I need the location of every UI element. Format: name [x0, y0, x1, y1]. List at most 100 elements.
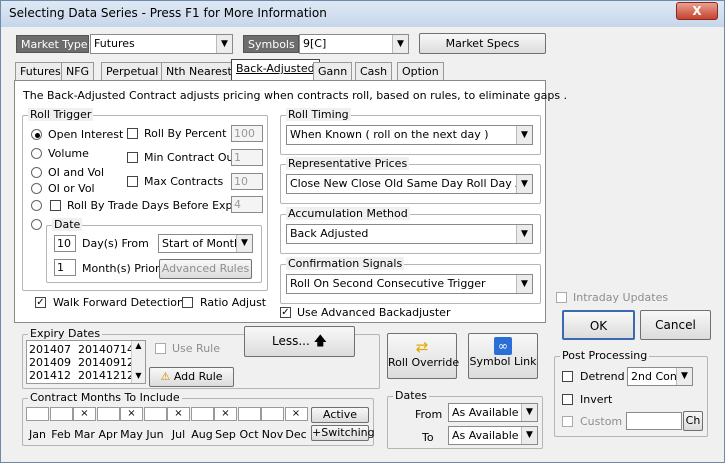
cancel-button[interactable]: Cancel: [640, 310, 711, 340]
arrow-up-icon: 🡅: [313, 334, 327, 349]
month-checkbox-nov[interactable]: [261, 407, 284, 421]
roll-timing-select[interactable]: When Known ( roll on the next day ) ▼: [286, 125, 533, 145]
months-prior-input[interactable]: 1: [54, 259, 76, 276]
scroll-up-icon[interactable]: ▲: [132, 341, 145, 351]
month-checkbox-feb[interactable]: [49, 407, 73, 421]
radio-oi-and-vol[interactable]: [31, 167, 42, 178]
from-select-value: As Available: [452, 406, 519, 419]
ratio-adjust-checkbox[interactable]: [182, 297, 193, 308]
confirmation-signals-select[interactable]: Roll On Second Consecutive Trigger ▼: [286, 274, 533, 294]
roll-override-button[interactable]: ⇄ Roll Override: [387, 333, 459, 379]
roll-trigger-title: Roll Trigger: [28, 108, 94, 121]
open-interest-label: Open Interest: [48, 128, 124, 141]
tab-gann[interactable]: Gann: [313, 62, 353, 80]
month-checkbox-jul[interactable]: ×: [167, 407, 190, 421]
ratio-adjust-label: Ratio Adjust: [200, 296, 267, 309]
radio-volume[interactable]: [31, 148, 42, 159]
symbol-link-label: Symbol Link: [469, 355, 537, 368]
ok-button[interactable]: OK: [562, 310, 635, 340]
month-checkbox-oct[interactable]: [237, 407, 261, 421]
accumulation-method-title: Accumulation Method: [286, 207, 410, 220]
days-from-label: Day(s) From: [82, 237, 149, 250]
add-rule-button[interactable]: ⚠ Add Rule: [149, 367, 234, 387]
less-button[interactable]: Less... 🡅: [244, 326, 355, 357]
tab-perpetual[interactable]: Perpetual: [101, 62, 164, 80]
list-item[interactable]: 201409 20140912: [29, 356, 134, 369]
expiry-dates-list[interactable]: 201407 20140714 201409 20140912 201412 2…: [26, 340, 146, 384]
intraday-updates-label: Intraday Updates: [573, 291, 669, 304]
scrollbar[interactable]: ▲ ▼: [131, 341, 145, 383]
date-label: Date: [52, 218, 83, 231]
days-from-select[interactable]: Start of Month ▼: [158, 234, 253, 253]
days-from-input[interactable]: 10: [54, 235, 76, 252]
use-advanced-backadjuster-label: Use Advanced Backadjuster: [297, 306, 451, 319]
roll-by-trade-days-input[interactable]: 4: [231, 196, 263, 213]
month-checkbox-jun[interactable]: [143, 407, 167, 421]
month-checkbox-mar[interactable]: ×: [73, 407, 96, 421]
month-checkbox-apr[interactable]: [96, 407, 120, 421]
month-checkbox-may[interactable]: ×: [120, 407, 143, 421]
market-type-select[interactable]: Futures ▼: [90, 34, 233, 54]
accumulation-method-select[interactable]: Back Adjusted ▼: [286, 224, 533, 244]
radio-open-interest[interactable]: [31, 129, 42, 140]
month-checkbox-jan[interactable]: [26, 407, 49, 421]
chevron-down-icon: ▼: [236, 235, 252, 252]
roll-timing-value: When Known ( roll on the next day ): [290, 128, 489, 141]
advanced-rules-button[interactable]: Advanced Rules: [159, 259, 252, 279]
close-button[interactable]: X: [676, 2, 718, 20]
detrend-select[interactable]: 2nd Conti ▼: [627, 367, 693, 386]
roll-override-icon: ⇄: [415, 338, 429, 356]
month-checkbox-aug[interactable]: [190, 407, 214, 421]
chevron-down-icon: ▼: [676, 368, 692, 385]
scroll-down-icon[interactable]: ▼: [132, 371, 145, 381]
radio-roll-by-trade-days[interactable]: [31, 200, 42, 211]
walk-forward-label: Walk Forward Detection: [53, 296, 185, 309]
walk-forward-checkbox[interactable]: ✓: [35, 297, 46, 308]
link-icon: ∞: [494, 337, 512, 355]
month-checkbox-sep[interactable]: ×: [214, 407, 237, 421]
to-select[interactable]: As Available ▼: [448, 426, 538, 445]
title-bar[interactable]: Selecting Data Series - Press F1 for Mor…: [1, 1, 724, 27]
contract-months-title: Contract Months To Include: [28, 391, 182, 404]
max-contracts-checkbox[interactable]: [127, 176, 138, 187]
chevron-down-icon: ▼: [521, 427, 537, 444]
tab-back-adjusted[interactable]: Back-Adjusted: [231, 59, 320, 80]
tab-cash[interactable]: Cash: [355, 62, 393, 80]
confirmation-signals-title: Confirmation Signals: [286, 257, 405, 270]
representative-prices-select[interactable]: Close New Close Old Same Day Roll Day Ad…: [286, 174, 533, 194]
chevron-down-icon: ▼: [516, 225, 532, 243]
add-rule-label: Add Rule: [173, 370, 223, 383]
market-specs-button[interactable]: Market Specs: [419, 33, 546, 54]
use-rule-checkbox[interactable]: [155, 343, 166, 354]
list-item[interactable]: 201407 20140714: [29, 343, 134, 356]
tab-futures[interactable]: Futures: [15, 62, 66, 80]
from-select[interactable]: As Available ▼: [448, 403, 538, 422]
roll-by-percent-input[interactable]: 100: [231, 125, 263, 142]
custom-input[interactable]: [626, 412, 682, 430]
tab-option[interactable]: Option: [397, 62, 444, 80]
min-contract-out-input[interactable]: 1: [231, 149, 263, 166]
dialog-window: Selecting Data Series - Press F1 for Mor…: [0, 0, 725, 463]
min-contract-out-checkbox[interactable]: [127, 152, 138, 163]
active-button[interactable]: Active: [311, 407, 369, 423]
chevron-down-icon: ▼: [516, 275, 532, 293]
radio-oi-or-vol[interactable]: [31, 183, 42, 194]
custom-checkbox[interactable]: [562, 416, 573, 427]
invert-checkbox[interactable]: [562, 394, 573, 405]
max-contracts-input[interactable]: 10: [231, 173, 263, 190]
tab-nth-nearest[interactable]: Nth Nearest: [161, 62, 237, 80]
roll-by-percent-checkbox[interactable]: [127, 128, 138, 139]
intraday-updates-checkbox[interactable]: [556, 292, 567, 303]
description-text: The Back-Adjusted Contract adjusts prici…: [23, 89, 568, 102]
detrend-checkbox[interactable]: [562, 371, 573, 382]
symbols-select[interactable]: 9[C] ▼: [299, 34, 409, 54]
ch-button[interactable]: Ch: [683, 411, 703, 431]
use-advanced-backadjuster-checkbox[interactable]: ✓: [280, 307, 291, 318]
symbol-link-button[interactable]: ∞ Symbol Link: [468, 333, 538, 379]
switching-button[interactable]: +Switching: [311, 425, 375, 441]
tab-nfg[interactable]: NFG: [61, 62, 95, 80]
roll-by-trade-days-checkbox[interactable]: [50, 200, 61, 211]
list-item[interactable]: 201412 20141212: [29, 369, 134, 382]
month-checkbox-dec[interactable]: ×: [284, 407, 308, 421]
radio-date[interactable]: [31, 219, 42, 230]
